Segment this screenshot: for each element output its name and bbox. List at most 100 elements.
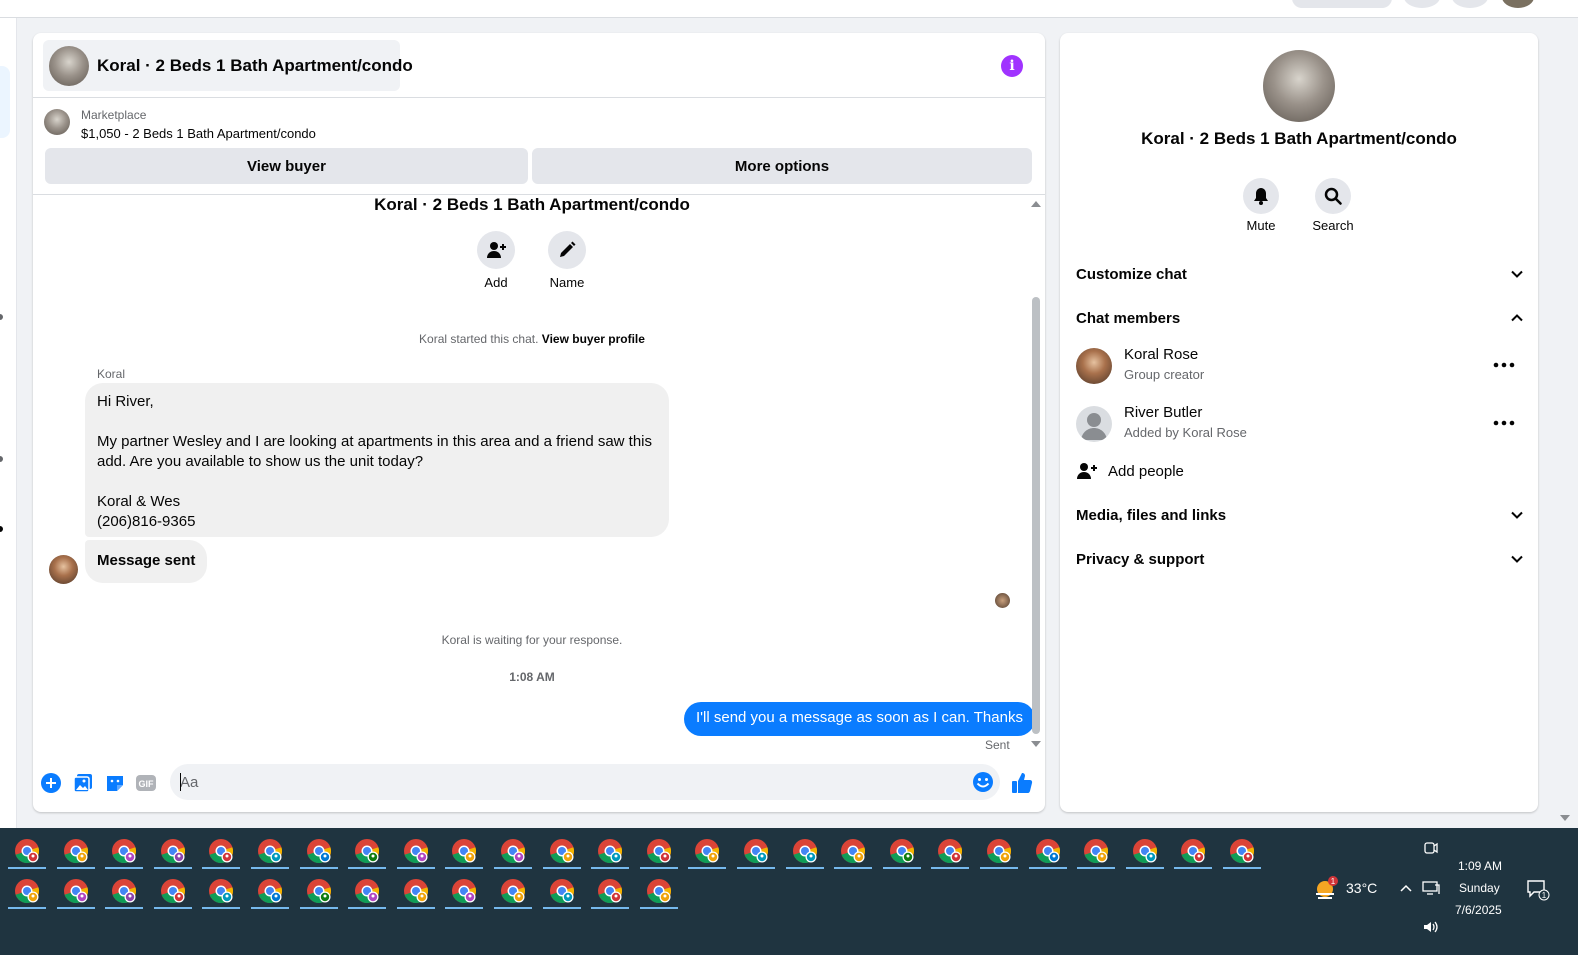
privacy-support-section[interactable]: Privacy & support <box>1076 547 1524 571</box>
chrome-profile-icon[interactable] <box>352 876 382 906</box>
view-buyer-button[interactable]: View buyer <box>45 148 528 184</box>
sender-avatar[interactable] <box>49 555 78 584</box>
chrome-profile-icon[interactable] <box>547 876 577 906</box>
chrome-profile-icon[interactable] <box>741 836 771 866</box>
chrome-profile-icon[interactable] <box>109 836 139 866</box>
like-icon[interactable] <box>1011 772 1033 794</box>
message-list[interactable]: Koral · 2 Beds 1 Bath Apartment/condo Ad… <box>33 195 1045 755</box>
volume-icon[interactable] <box>1422 919 1440 935</box>
top-notifications-button[interactable] <box>1452 0 1488 8</box>
more-actions-icon[interactable] <box>40 772 62 794</box>
chrome-profile-icon[interactable] <box>935 836 965 866</box>
unread-dot <box>0 314 3 320</box>
name-chat-button[interactable] <box>548 231 586 269</box>
page-scrollbar[interactable] <box>1552 18 1578 828</box>
clock-day[interactable]: Sunday <box>1459 881 1500 895</box>
chat-members-section[interactable]: Chat members <box>1076 306 1524 330</box>
chrome-profile-icon[interactable] <box>304 876 334 906</box>
chrome-profile-icon[interactable] <box>595 836 625 866</box>
meet-now-icon[interactable] <box>1424 840 1438 856</box>
gif-icon[interactable]: GIF <box>135 772 157 794</box>
chrome-profile-icon[interactable] <box>1178 836 1208 866</box>
clock-time[interactable]: 1:09 AM <box>1458 859 1502 873</box>
listing-price-title[interactable]: $1,050 - 2 Beds 1 Bath Apartment/condo <box>81 126 316 141</box>
chrome-profile-icon[interactable] <box>61 876 91 906</box>
photo-icon[interactable] <box>72 772 94 794</box>
chrome-profile-icon[interactable] <box>1130 836 1160 866</box>
chrome-profile-icon[interactable] <box>206 876 236 906</box>
chrome-profile-icon[interactable] <box>644 876 674 906</box>
top-menu-button[interactable] <box>1404 0 1440 8</box>
chrome-profile-icon[interactable] <box>255 876 285 906</box>
customize-chat-section[interactable]: Customize chat <box>1076 262 1524 286</box>
chrome-profile-icon[interactable] <box>449 876 479 906</box>
chrome-profile-icon[interactable] <box>984 836 1014 866</box>
outgoing-message-bubble[interactable]: I'll send you a message as soon as I can… <box>684 702 1035 736</box>
chrome-profile-icon[interactable] <box>595 876 625 906</box>
chrome-profile-icon[interactable] <box>12 836 42 866</box>
chrome-profile-icon[interactable] <box>61 836 91 866</box>
clock-date[interactable]: 7/6/2025 <box>1455 903 1502 917</box>
chat-photo[interactable] <box>1263 50 1335 122</box>
search-button[interactable] <box>1315 178 1351 214</box>
chrome-profile-icon[interactable] <box>109 876 139 906</box>
more-horizontal-icon[interactable] <box>1492 357 1516 373</box>
chrome-profile-icon[interactable] <box>401 836 431 866</box>
chevron-up-icon[interactable] <box>1399 883 1413 893</box>
account-avatar[interactable] <box>1502 0 1534 8</box>
message-scrollbar[interactable] <box>1029 195 1043 755</box>
chrome-profile-icon[interactable] <box>352 836 382 866</box>
chrome-profile-icon[interactable] <box>304 836 334 866</box>
more-options-button[interactable]: More options <box>532 148 1032 184</box>
member-name: River Butler <box>1124 404 1203 421</box>
chrome-profile-icon[interactable] <box>790 836 820 866</box>
member-row[interactable]: Koral Rose Group creator <box>1076 346 1524 386</box>
chrome-profile-icon[interactable] <box>692 836 722 866</box>
mute-button[interactable] <box>1243 178 1279 214</box>
scroll-up-arrow[interactable] <box>1031 201 1041 207</box>
selected-chat-indicator[interactable] <box>0 66 10 138</box>
scroll-thumb[interactable] <box>1032 297 1040 734</box>
chrome-profile-icon[interactable] <box>12 876 42 906</box>
message-input-wrapper[interactable] <box>170 764 1000 800</box>
chrome-profile-icon[interactable] <box>401 876 431 906</box>
member-avatar[interactable] <box>1076 406 1112 442</box>
incoming-message-bubble[interactable]: Hi River, My partner Wesley and I are lo… <box>85 383 669 537</box>
message-input[interactable] <box>180 764 960 800</box>
chrome-profile-icon[interactable] <box>158 876 188 906</box>
sticker-icon[interactable] <box>104 772 126 794</box>
member-avatar[interactable] <box>1076 348 1112 384</box>
chrome-profile-icon[interactable] <box>449 836 479 866</box>
chrome-profile-icon[interactable] <box>498 836 528 866</box>
emoji-icon[interactable] <box>972 771 994 793</box>
page-scroll-down-arrow[interactable] <box>1560 815 1570 821</box>
more-horizontal-icon[interactable] <box>1492 415 1516 431</box>
media-files-links-section[interactable]: Media, files and links <box>1076 503 1524 527</box>
info-chat-title: Koral · 2 Beds 1 Bath Apartment/condo <box>1141 129 1457 148</box>
chrome-profile-icon[interactable] <box>547 836 577 866</box>
view-buyer-profile-link[interactable]: View buyer profile <box>542 332 645 346</box>
chat-title-button[interactable]: Koral · 2 Beds 1 Bath Apartment/condo <box>43 40 413 91</box>
action-center-icon[interactable]: 1 <box>1526 879 1550 901</box>
chrome-profile-icon[interactable] <box>498 876 528 906</box>
chrome-profile-icon[interactable] <box>838 836 868 866</box>
chat-header: Koral · 2 Beds 1 Bath Apartment/condo i <box>33 33 1045 98</box>
add-people-button[interactable]: Add people <box>1076 459 1376 483</box>
scroll-down-arrow[interactable] <box>1031 741 1041 747</box>
chrome-profile-icon[interactable] <box>255 836 285 866</box>
chrome-profile-icon[interactable] <box>887 836 917 866</box>
network-icon[interactable] <box>1422 880 1440 896</box>
chrome-profile-icon[interactable] <box>644 836 674 866</box>
chrome-profile-icon[interactable] <box>1227 836 1257 866</box>
message-sent-bubble[interactable]: Message sent <box>85 540 208 583</box>
chrome-profile-icon[interactable] <box>1081 836 1111 866</box>
temperature[interactable]: 33°C <box>1346 880 1377 896</box>
add-member-button[interactable] <box>477 231 515 269</box>
weather-sun-icon[interactable]: 1 <box>1312 874 1340 902</box>
chrome-profile-icon[interactable] <box>206 836 236 866</box>
member-row[interactable]: River Butler Added by Koral Rose <box>1076 404 1524 444</box>
chrome-profile-icon[interactable] <box>1033 836 1063 866</box>
info-icon[interactable]: i <box>1001 55 1023 77</box>
top-search-pill[interactable] <box>1292 0 1392 8</box>
chrome-profile-icon[interactable] <box>158 836 188 866</box>
